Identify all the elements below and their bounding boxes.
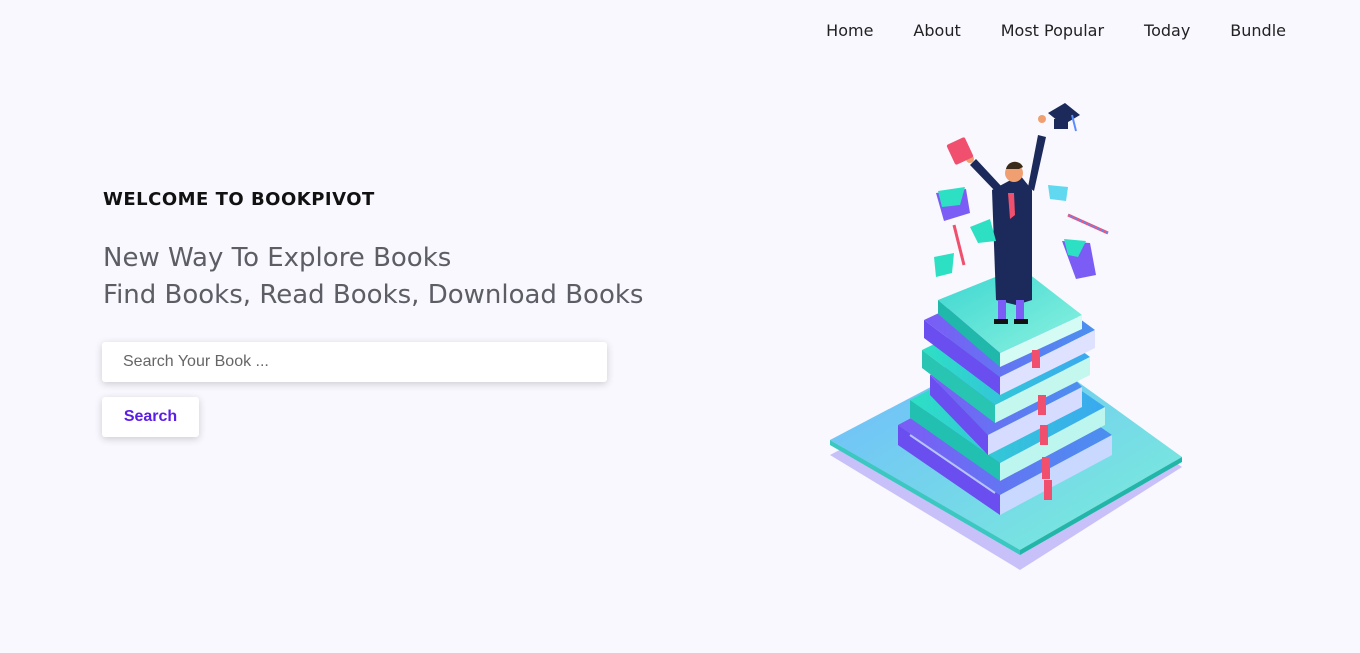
headline-line-2: Find Books, Read Books, Download Books	[103, 280, 644, 310]
graduate-books-illustration	[830, 103, 1182, 570]
page: Home About Most Popular Today Bundle WEL…	[0, 0, 1360, 653]
graduation-cap-icon	[1048, 103, 1080, 132]
hero-text: WELCOME TO BOOKPIVOT New Way To Explore …	[103, 188, 703, 314]
nav-item-today[interactable]: Today	[1124, 20, 1210, 42]
search-input[interactable]	[102, 342, 607, 382]
nav-item-home[interactable]: Home	[806, 20, 893, 42]
nav-item-about[interactable]: About	[893, 20, 980, 42]
nav-item-most-popular[interactable]: Most Popular	[981, 20, 1124, 42]
welcome-heading: WELCOME TO BOOKPIVOT	[103, 189, 375, 210]
headline-line-1: New Way To Explore Books	[103, 243, 452, 273]
search-button[interactable]: Search	[102, 397, 199, 437]
headline: New Way To Explore Books Find Books, Rea…	[103, 240, 703, 314]
nav-item-bundle[interactable]: Bundle	[1210, 20, 1286, 42]
top-nav: Home About Most Popular Today Bundle	[806, 20, 1286, 42]
